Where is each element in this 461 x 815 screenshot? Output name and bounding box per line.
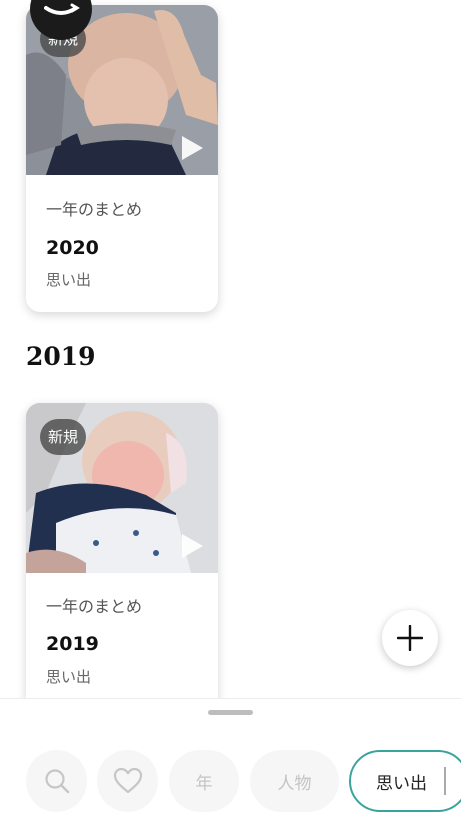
memories-filter-label: 思い出	[376, 773, 427, 794]
memory-card-subtitle: 一年のまとめ	[46, 200, 143, 219]
new-badge: 新規	[40, 419, 86, 455]
heart-icon	[113, 767, 142, 794]
year-filter-label: 年	[195, 773, 213, 794]
memory-card-type: 思い出	[46, 668, 92, 686]
search-button[interactable]	[26, 750, 87, 812]
memory-card-year: 2020	[46, 237, 99, 259]
memory-card-2019[interactable]: 新規 一年のまとめ 2019 思い出	[26, 403, 218, 698]
section-year-header: 2019	[26, 342, 96, 371]
memory-card-2020[interactable]: 新規 一年のまとめ 2020 思い出	[26, 5, 218, 312]
memory-card-year: 2019	[46, 633, 99, 655]
year-filter-button[interactable]: 年	[169, 750, 239, 812]
amazon-smile-icon	[30, 0, 92, 40]
memory-card-photo: 新規	[26, 403, 218, 573]
bottom-sheet[interactable]: 年 人物 思い出	[0, 698, 461, 815]
memory-card-type: 思い出	[46, 271, 92, 289]
sheet-drag-handle[interactable]	[208, 710, 253, 715]
plus-icon	[397, 625, 423, 651]
play-icon[interactable]	[180, 135, 204, 161]
favorites-button[interactable]	[97, 750, 158, 812]
memories-scroll-area[interactable]: 新規 一年のまとめ 2020 思い出 2019	[0, 0, 461, 698]
play-icon[interactable]	[180, 533, 204, 559]
memory-card-subtitle: 一年のまとめ	[46, 597, 143, 616]
people-filter-label: 人物	[277, 773, 312, 794]
add-button[interactable]	[382, 610, 438, 666]
memories-filter-button[interactable]: 思い出	[349, 750, 461, 812]
people-filter-button[interactable]: 人物	[250, 750, 339, 812]
pill-divider	[444, 767, 446, 795]
search-icon	[44, 769, 69, 794]
